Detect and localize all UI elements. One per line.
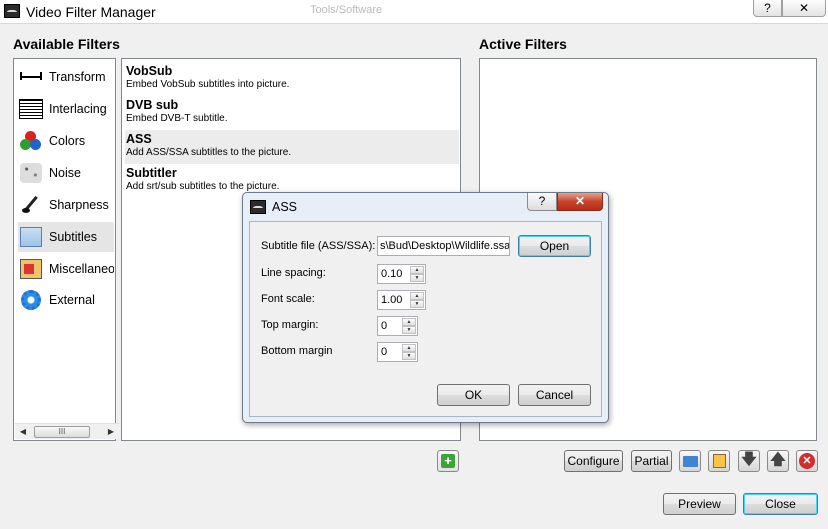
spin-up-icon[interactable]: ▲ — [402, 344, 416, 352]
configure-button[interactable]: Configure — [564, 450, 623, 472]
scroll-right-arrow[interactable]: ▶ — [103, 424, 119, 440]
external-icon — [18, 289, 44, 311]
category-label: Subtitles — [49, 230, 97, 244]
move-down-button[interactable]: 🡇 — [738, 450, 760, 472]
category-label: Interlacing — [49, 102, 107, 116]
spin-up-icon[interactable]: ▲ — [402, 318, 416, 326]
font-scale-value: 1.00 — [381, 294, 403, 306]
spin-up-icon[interactable]: ▲ — [410, 292, 424, 300]
remove-filter-button[interactable]: ✕ — [796, 450, 818, 472]
background-window-text: Tools/Software — [310, 4, 383, 16]
app-icon — [4, 4, 20, 18]
preview-button[interactable]: Preview — [663, 493, 736, 515]
category-list[interactable]: Transform Interlacing Colors Noise Sharp… — [13, 58, 119, 441]
bottom-margin-value: 0 — [381, 346, 388, 358]
category-sharpness[interactable]: Sharpness — [18, 190, 114, 220]
available-filters-heading: Available Filters — [13, 36, 120, 52]
filter-description: Embed VobSub subtitles into picture. — [126, 79, 290, 90]
open-folder-icon — [682, 455, 698, 467]
spin-up-icon[interactable]: ▲ — [410, 266, 424, 274]
partial-button[interactable]: Partial — [631, 450, 672, 472]
move-up-button[interactable]: 🡅 — [767, 450, 789, 472]
save-filters-button[interactable] — [708, 450, 730, 472]
dialog-help-button[interactable]: ? — [527, 193, 557, 211]
line-spacing-label: Line spacing: — [261, 267, 326, 279]
window-close-button[interactable]: ✕ — [782, 0, 826, 17]
subtitles-icon — [18, 226, 44, 248]
add-icon: + — [441, 454, 455, 468]
line-spacing-value: 0.10 — [381, 268, 403, 280]
transform-icon — [18, 66, 44, 88]
filter-name: VobSub — [126, 64, 173, 78]
category-transform[interactable]: Transform — [18, 62, 114, 92]
dialog-close-button[interactable]: ✕ — [557, 193, 603, 211]
category-noise[interactable]: Noise — [18, 158, 114, 188]
subtitle-file-input[interactable]: s\Bud\Desktop\Wildlife.ssa — [377, 236, 510, 256]
arrow-down-icon: 🡇 — [741, 450, 757, 468]
window-title-bar: Video Filter Manager Tools/Software ? ✕ — [0, 0, 828, 24]
miscellaneous-icon — [18, 258, 44, 280]
sharpness-icon — [18, 194, 44, 216]
interlacing-icon — [18, 98, 44, 120]
category-horizontal-scrollbar[interactable]: ◀ III ▶ — [15, 423, 119, 439]
filter-item-ass[interactable]: ASS Add ASS/SSA subtitles to the picture… — [125, 130, 459, 164]
filter-description: Add srt/sub subtitles to the picture. — [126, 181, 280, 192]
category-label: Miscellaneous — [49, 262, 114, 276]
category-label: Transform — [49, 70, 106, 84]
filter-item-dvb-sub[interactable]: DVB sub Embed DVB-T subtitle. — [125, 96, 459, 130]
category-label: Colors — [49, 134, 86, 148]
category-interlacing[interactable]: Interlacing — [18, 94, 114, 124]
bottom-margin-label: Bottom margin — [261, 345, 333, 357]
category-colors[interactable]: Colors — [18, 126, 114, 156]
filter-name: DVB sub — [126, 98, 179, 112]
top-margin-value: 0 — [381, 320, 388, 332]
dialog-body: Subtitle file (ASS/SSA): s\Bud\Desktop\W… — [249, 221, 602, 417]
category-external[interactable]: External — [18, 285, 114, 315]
spin-down-icon[interactable]: ▼ — [402, 326, 416, 334]
filter-description: Add ASS/SSA subtitles to the picture. — [126, 147, 292, 158]
category-miscellaneous[interactable]: Miscellaneous — [18, 254, 114, 284]
remove-icon: ✕ — [799, 453, 815, 469]
top-margin-spinbox[interactable]: 0 ▲ ▼ — [377, 316, 418, 336]
add-filter-button[interactable]: + — [437, 450, 459, 472]
spin-down-icon[interactable]: ▼ — [402, 352, 416, 360]
ok-button[interactable]: OK — [437, 384, 510, 406]
spin-down-icon[interactable]: ▼ — [410, 274, 424, 282]
dialog-title-bar: ASS ? ✕ — [243, 193, 608, 221]
scroll-left-arrow[interactable]: ◀ — [15, 424, 31, 440]
dialog-title: ASS — [272, 200, 298, 214]
dialog-app-icon — [250, 200, 266, 214]
line-spacing-spinbox[interactable]: 0.10 ▲ ▼ — [377, 264, 426, 284]
category-label: Sharpness — [49, 198, 109, 212]
category-label: External — [49, 293, 95, 307]
category-label: Noise — [49, 166, 81, 180]
noise-icon — [18, 162, 44, 184]
font-scale-spinbox[interactable]: 1.00 ▲ ▼ — [377, 290, 426, 310]
close-button[interactable]: Close — [743, 493, 818, 515]
ass-dialog: ASS ? ✕ Subtitle file (ASS/SSA): s\Bud\D… — [242, 192, 609, 423]
save-list-icon — [712, 454, 726, 468]
top-margin-label: Top margin: — [261, 319, 319, 331]
cancel-button[interactable]: Cancel — [518, 384, 591, 406]
spin-down-icon[interactable]: ▼ — [410, 300, 424, 308]
bottom-margin-spinbox[interactable]: 0 ▲ ▼ — [377, 342, 418, 362]
load-filters-button[interactable] — [679, 450, 701, 472]
open-file-button[interactable]: Open — [518, 235, 591, 257]
active-filters-heading: Active Filters — [479, 36, 567, 52]
subtitle-file-label: Subtitle file (ASS/SSA): — [261, 240, 376, 252]
scroll-thumb[interactable]: III — [34, 426, 90, 438]
filter-name: ASS — [126, 132, 152, 146]
filter-name: Subtitler — [126, 166, 177, 180]
window-title: Video Filter Manager — [26, 4, 156, 20]
category-subtitles[interactable]: Subtitles — [18, 222, 114, 252]
colors-icon — [18, 130, 44, 152]
arrow-up-icon: 🡅 — [770, 450, 786, 468]
font-scale-label: Font scale: — [261, 293, 315, 305]
filter-item-vobsub[interactable]: VobSub Embed VobSub subtitles into pictu… — [125, 62, 459, 96]
filter-description: Embed DVB-T subtitle. — [126, 113, 228, 124]
window-help-button[interactable]: ? — [753, 0, 782, 17]
